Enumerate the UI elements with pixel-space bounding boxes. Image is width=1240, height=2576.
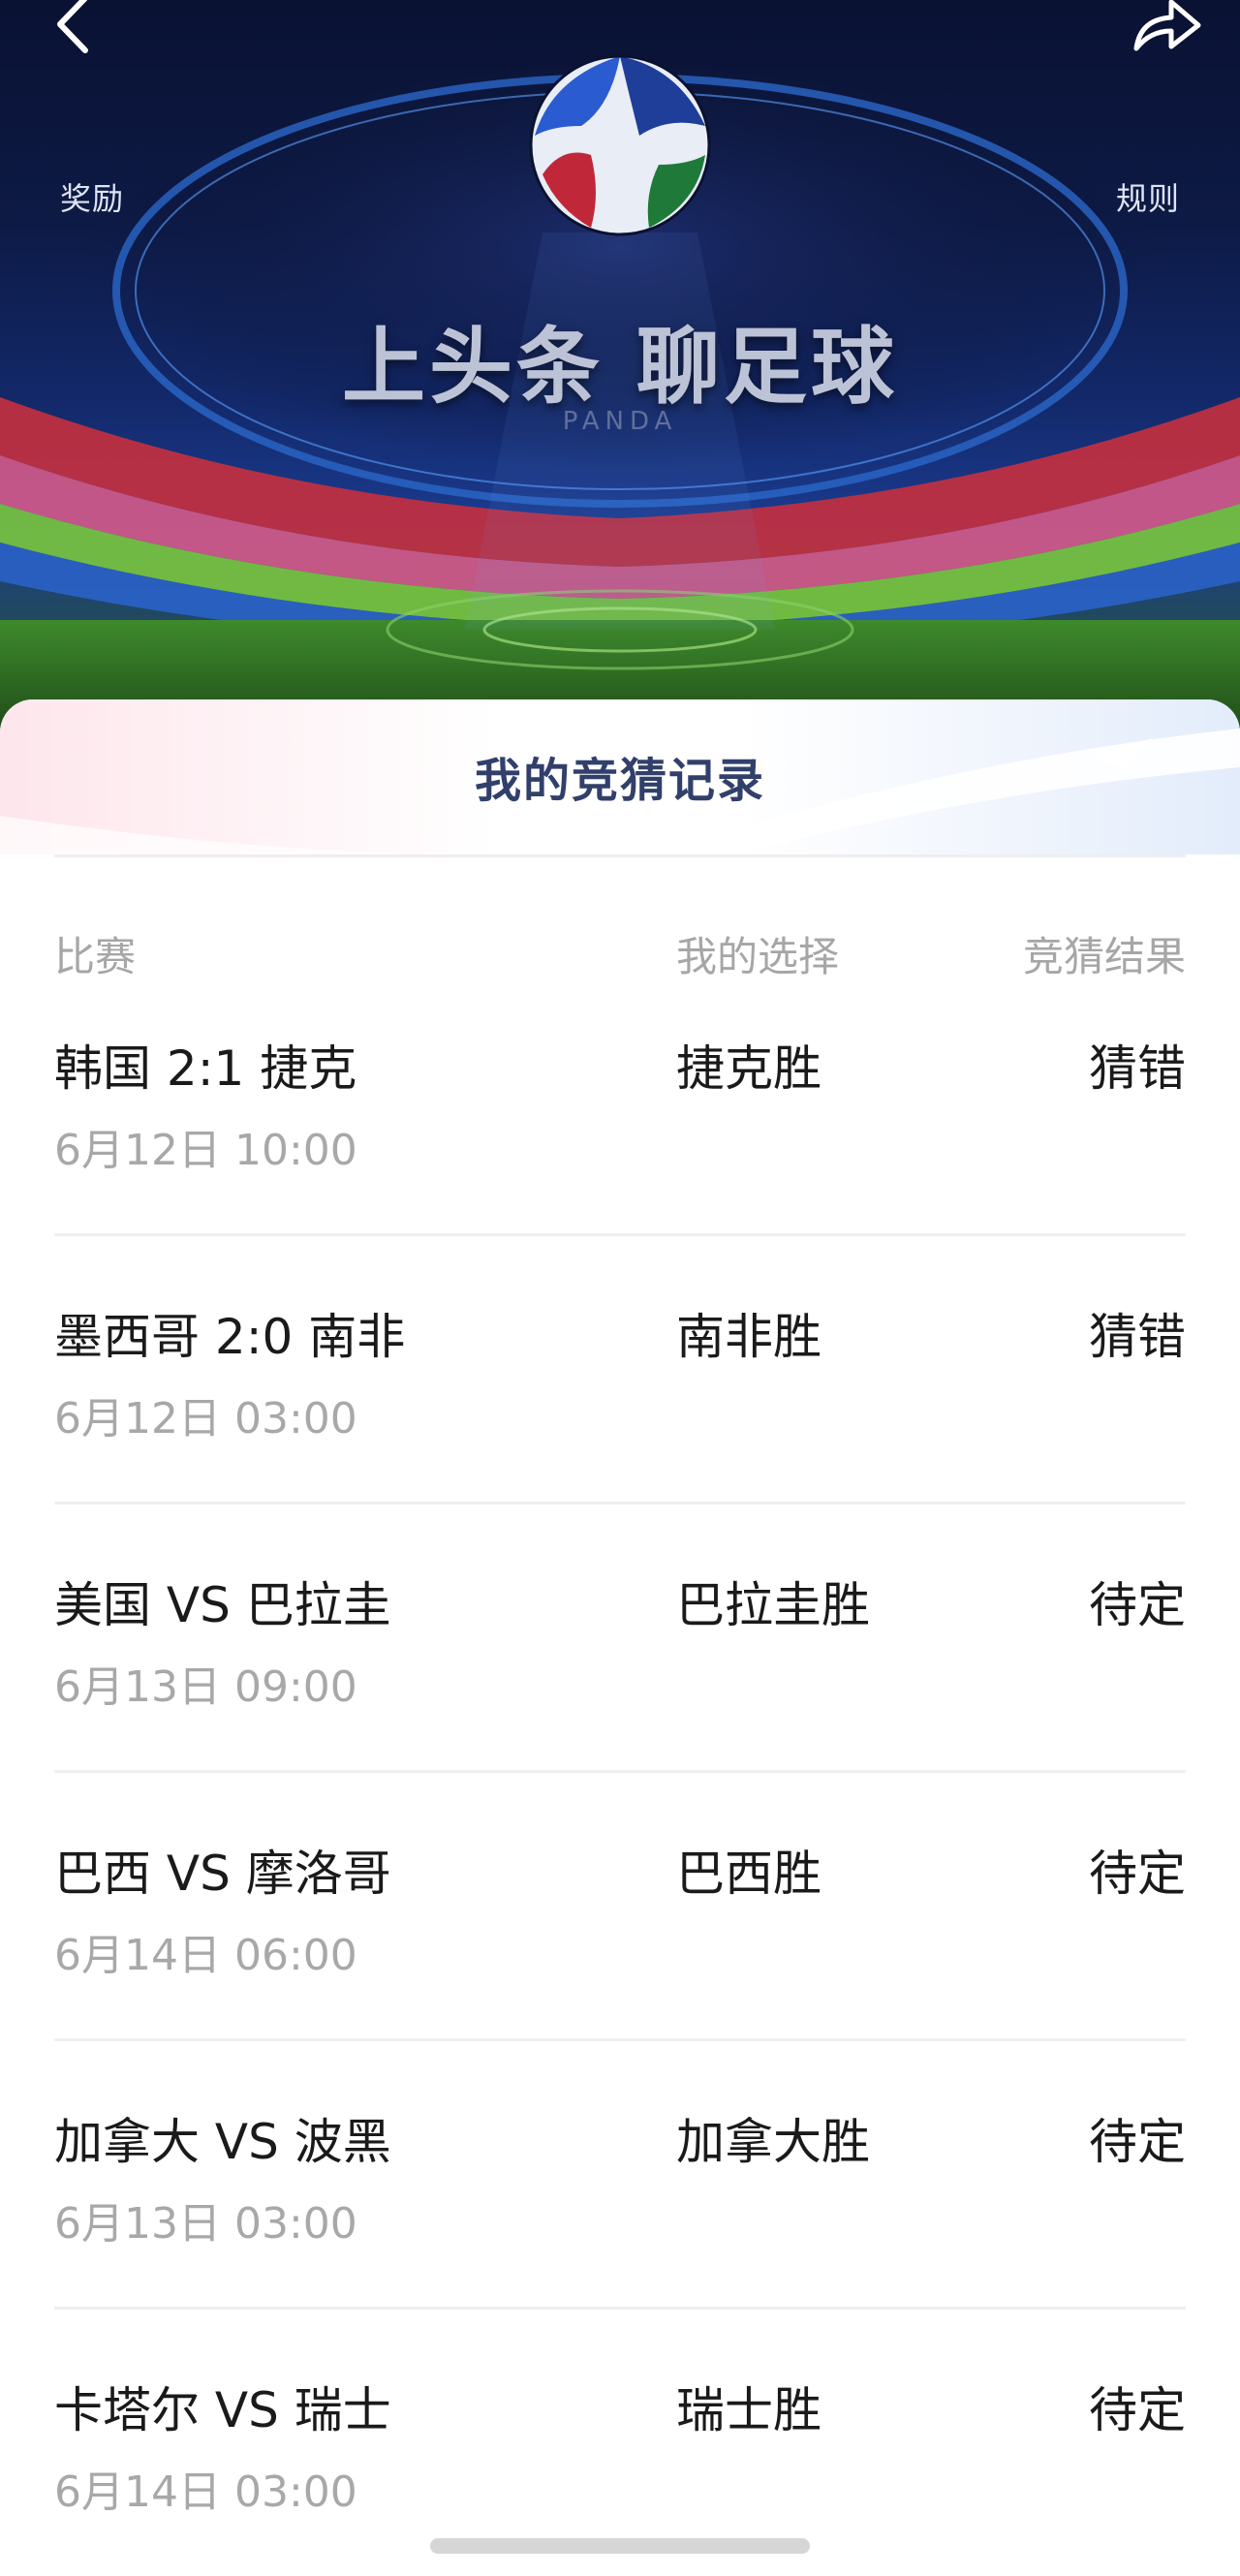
banner-title: 上头条 聊足球 (342, 319, 898, 416)
column-header-match: 比赛 (54, 933, 137, 980)
match-time: 6月12日 10:00 (54, 1126, 357, 1175)
hero-banner: 奖励 规则 上头条 聊足球 PANDA (0, 0, 1240, 736)
reward-link[interactable]: 奖励 (41, 165, 143, 229)
match-label: 卡塔尔 VS 瑞士 (54, 2382, 391, 2438)
match-time: 6月14日 03:00 (54, 2467, 357, 2517)
record-row[interactable]: 美国 VS 巴拉圭 6月13日 09:00 巴拉圭胜 待定 (0, 1567, 1240, 1835)
divider (54, 854, 1186, 857)
match-label: 巴西 VS 摩洛哥 (54, 1846, 391, 1902)
row-divider (54, 2038, 1186, 2041)
column-header-choice: 我的选择 (676, 933, 840, 980)
my-choice: 南非胜 (676, 1309, 822, 1365)
match-time: 6月14日 06:00 (54, 1931, 357, 1980)
guess-result: 猜错 (1089, 1309, 1186, 1365)
guess-result: 待定 (1089, 1577, 1186, 1633)
banner-subtitle: PANDA (562, 407, 678, 436)
guess-result: 待定 (1089, 2114, 1186, 2170)
my-choice: 巴西胜 (676, 1846, 822, 1902)
row-divider (54, 2307, 1186, 2310)
match-time: 6月13日 03:00 (54, 2199, 357, 2249)
my-choice: 加拿大胜 (676, 2114, 870, 2170)
match-label: 墨西哥 2:0 南非 (54, 1309, 406, 1365)
share-button[interactable] (1124, 0, 1211, 68)
record-row[interactable]: 韩国 2:1 捷克 6月12日 10:00 捷克胜 猜错 (0, 1030, 1240, 1298)
card-header: 我的竞猜记录 (0, 699, 1240, 854)
share-arrow-icon (1133, 0, 1201, 51)
match-label: 加拿大 VS 波黑 (54, 2114, 391, 2170)
match-label: 美国 VS 巴拉圭 (54, 1577, 391, 1633)
match-label: 韩国 2:1 捷克 (54, 1040, 357, 1097)
my-choice: 瑞士胜 (676, 2382, 822, 2438)
record-row[interactable]: 加拿大 VS 波黑 6月13日 03:00 加拿大胜 待定 (0, 2103, 1240, 2372)
my-choice: 捷克胜 (676, 1040, 822, 1097)
row-divider (54, 1770, 1186, 1773)
my-choice: 巴拉圭胜 (676, 1577, 870, 1633)
guess-result: 待定 (1089, 1846, 1186, 1902)
column-header-result: 竞猜结果 (1022, 933, 1186, 980)
football-icon (529, 54, 711, 236)
guess-result: 待定 (1089, 2382, 1186, 2438)
row-divider (54, 1502, 1186, 1505)
guess-record-card: 我的竞猜记录 比赛 我的选择 竞猜结果 韩国 2:1 捷克 6月12日 10:0… (0, 699, 1240, 2576)
record-row[interactable]: 巴西 VS 摩洛哥 6月14日 06:00 巴西胜 待定 (0, 1835, 1240, 2103)
match-time: 6月12日 03:00 (54, 1394, 357, 1443)
rules-link[interactable]: 规则 (1097, 165, 1199, 229)
guess-result: 猜错 (1089, 1040, 1186, 1097)
match-time: 6月13日 09:00 (54, 1662, 357, 1712)
row-divider (54, 1233, 1186, 1236)
card-title: 我的竞猜记录 (474, 754, 765, 808)
back-button[interactable] (29, 0, 116, 68)
home-indicator[interactable] (430, 2538, 810, 2554)
chevron-left-icon (57, 0, 88, 53)
record-row[interactable]: 墨西哥 2:0 南非 6月12日 03:00 南非胜 猜错 (0, 1298, 1240, 1567)
